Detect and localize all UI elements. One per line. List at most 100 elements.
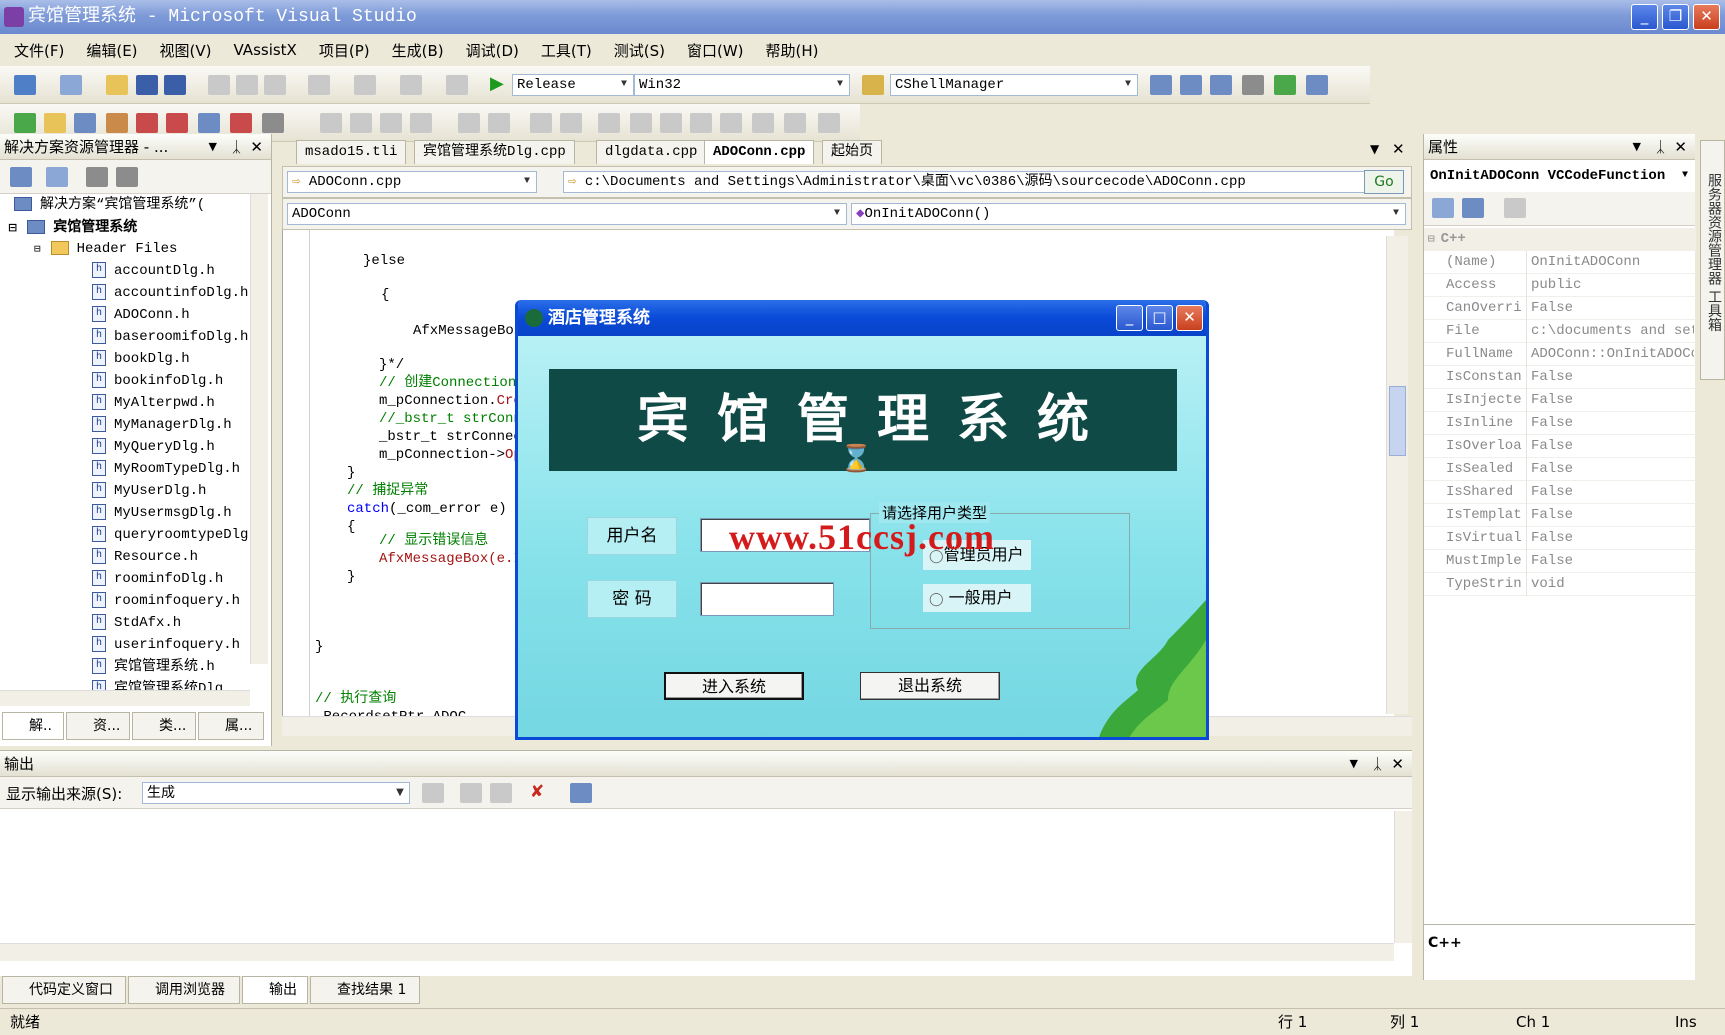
menu-debug[interactable]: 调试(D)	[466, 40, 519, 61]
find-bookmarks-icon[interactable]	[784, 113, 806, 133]
file-item[interactable]: h accountDlg.h	[92, 260, 215, 282]
alphabetical-icon[interactable]	[1462, 198, 1484, 218]
method-combo[interactable]: ◆OnInitADOConn() ▼	[851, 203, 1406, 225]
start-debug-icon[interactable]: ▶	[490, 73, 504, 94]
pin-icon[interactable]: ᛣ	[1373, 751, 1382, 777]
config-combo[interactable]: Release ▼	[512, 74, 634, 96]
platform-combo[interactable]: Win32 ▼	[634, 74, 850, 96]
rename-icon[interactable]	[410, 113, 432, 133]
file-item[interactable]: h queryroomtypeDlg	[92, 524, 248, 546]
uncomment-icon[interactable]	[560, 113, 582, 133]
menu-build[interactable]: 生成(B)	[392, 40, 444, 61]
enter-system-button[interactable]: 进入系统	[664, 672, 804, 700]
comment-icon[interactable]	[198, 113, 220, 133]
next-folder-bookmark-icon[interactable]	[720, 113, 742, 133]
navigate-back-icon[interactable]	[400, 75, 422, 95]
prev-folder-bookmark-icon[interactable]	[690, 113, 712, 133]
clear-all-icon[interactable]: ✘	[530, 782, 544, 802]
chevron-down-icon[interactable]: ▼	[1370, 142, 1379, 156]
menu-edit[interactable]: 编辑(E)	[86, 40, 137, 61]
output-source-combo[interactable]: 生成 ▼	[142, 782, 410, 804]
property-category[interactable]: ⊟ C++	[1424, 228, 1696, 251]
property-row[interactable]: IsInline False	[1424, 412, 1696, 435]
start-page-icon[interactable]	[1274, 75, 1296, 95]
find-in-files-icon[interactable]	[862, 75, 884, 95]
property-row[interactable]: IsShared False	[1424, 481, 1696, 504]
tab-find-results[interactable]: 查找结果 1	[310, 976, 420, 1004]
property-row[interactable]: TypeStrin void	[1424, 573, 1696, 596]
command-window-icon[interactable]	[1306, 75, 1328, 95]
close-button[interactable]: ✕	[1693, 4, 1720, 30]
chevron-down-icon[interactable]: ▼	[209, 134, 217, 160]
next-message-icon[interactable]	[490, 783, 512, 803]
clear-bookmarks-icon[interactable]	[752, 113, 774, 133]
file-item[interactable]: h MyAlterpwd.h	[92, 392, 215, 414]
word-wrap-icon[interactable]	[570, 783, 592, 803]
password-input[interactable]	[700, 582, 834, 616]
solution-explorer-icon[interactable]	[1150, 75, 1172, 95]
file-item[interactable]: h roominfoDlg.h	[92, 568, 223, 590]
menu-test[interactable]: 测试(S)	[614, 40, 665, 61]
paste-special-icon[interactable]	[262, 113, 284, 133]
property-row[interactable]: FullName ADOConn::OnInitADOCon	[1424, 343, 1696, 366]
menu-file[interactable]: 文件(F)	[14, 40, 64, 61]
find-icon[interactable]	[106, 113, 128, 133]
close-icon[interactable]: ✕	[1674, 134, 1687, 160]
property-row[interactable]: MustImple False	[1424, 550, 1696, 573]
outdent-icon[interactable]	[488, 113, 510, 133]
properties-object-combo[interactable]: OnInitADOConn VCCodeFunction ▼	[1426, 164, 1692, 188]
scroll-thumb[interactable]	[1389, 386, 1406, 456]
prev-bookmark-icon[interactable]	[630, 113, 652, 133]
toolbar-options-icon[interactable]	[818, 113, 840, 133]
copy-icon[interactable]	[236, 75, 258, 95]
redo-icon[interactable]	[354, 75, 376, 95]
file-item[interactable]: h MyQueryDlg.h	[92, 436, 215, 458]
output-vertical-scrollbar[interactable]	[1394, 811, 1412, 943]
file-item[interactable]: h 宾馆管理系统.h	[92, 656, 215, 678]
menu-window[interactable]: 窗口(W)	[687, 40, 744, 61]
property-pages-icon[interactable]	[1504, 198, 1526, 218]
tab-msado15[interactable]: msado15.tli	[296, 140, 407, 164]
property-row[interactable]: IsVirtual False	[1424, 527, 1696, 550]
tree-header-files[interactable]: ⊟ Header Files	[34, 238, 177, 260]
tab-call-browser[interactable]: 调用浏览器	[128, 976, 240, 1004]
property-row[interactable]: IsConstan False	[1424, 366, 1696, 389]
tab-property[interactable]: 属...	[198, 712, 264, 740]
file-item[interactable]: h baseroomifoDlg.h	[92, 326, 248, 348]
find-message-icon[interactable]	[422, 783, 444, 803]
property-row[interactable]: CanOverri False	[1424, 297, 1696, 320]
editor-vertical-scrollbar[interactable]	[1386, 236, 1408, 714]
bookmark-next-icon[interactable]	[166, 113, 188, 133]
file-item[interactable]: h Resource.h	[92, 546, 198, 568]
file-combo[interactable]: ⇨ ADOConn.cpp ▼	[287, 171, 537, 193]
menu-vassistx[interactable]: VAssistX	[234, 41, 297, 59]
property-row[interactable]: Access public	[1424, 274, 1696, 297]
chevron-down-icon[interactable]: ▼	[1350, 751, 1358, 777]
navigate-forward-icon[interactable]	[446, 75, 468, 95]
chevron-down-icon[interactable]: ▼	[1633, 134, 1641, 160]
tab-start-page[interactable]: 起始页	[822, 140, 882, 164]
tab-solution[interactable]: 解..	[2, 712, 64, 740]
pin-icon[interactable]: ᛣ	[1656, 134, 1665, 160]
build-icon[interactable]	[14, 113, 36, 133]
tab-dlgdata[interactable]: dlgdata.cpp	[596, 140, 707, 164]
class-scope-combo[interactable]: ADOConn ▼	[287, 203, 847, 225]
class-view-icon[interactable]	[116, 167, 138, 187]
pin-icon[interactable]: ᛣ	[232, 134, 241, 160]
file-item[interactable]: h userinfoquery.h	[92, 634, 240, 656]
file-item[interactable]: h StdAfx.h	[92, 612, 181, 634]
horizontal-scrollbar[interactable]	[0, 690, 250, 706]
file-item[interactable]: h MyRoomTypeDlg.h	[92, 458, 240, 480]
undo-icon[interactable]	[308, 75, 330, 95]
move-icon[interactable]	[350, 113, 372, 133]
new-project-icon[interactable]	[14, 75, 36, 95]
view-code-icon[interactable]	[86, 167, 108, 187]
path-combo[interactable]: ⇨ c:\Documents and Settings\Administrato…	[563, 171, 1393, 193]
object-browser-icon[interactable]	[1210, 75, 1232, 95]
next-bookmark-icon[interactable]	[660, 113, 682, 133]
tree-solution-root[interactable]: 解决方案“宾馆管理系统”(	[14, 194, 205, 216]
properties-icon[interactable]	[10, 167, 32, 187]
paste-icon[interactable]	[264, 75, 286, 95]
file-item[interactable]: h MyManagerDlg.h	[92, 414, 232, 436]
output-horizontal-scrollbar[interactable]	[0, 943, 1394, 961]
